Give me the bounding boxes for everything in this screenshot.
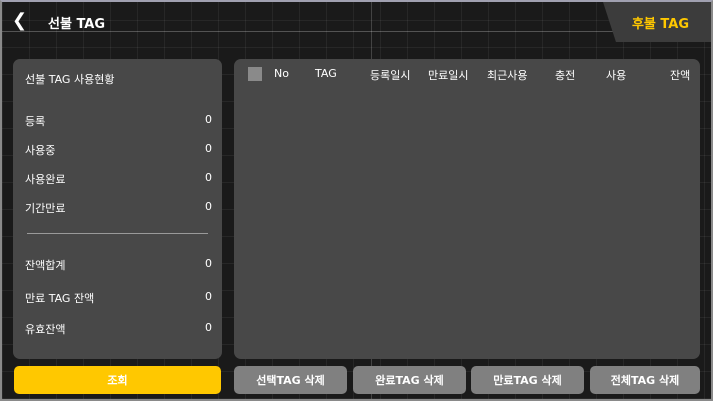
- summary-title: 선불 TAG 사용현황: [25, 73, 115, 86]
- column-header[interactable]: 만료일시: [428, 67, 468, 83]
- tag-table: No TAG 등록일시 만료일시 최근사용 충전 사용 잔액: [234, 59, 700, 359]
- summary-row-valid-balance: 유효잔액 0: [25, 321, 212, 337]
- query-button[interactable]: 조회: [14, 366, 221, 394]
- row-value: 0: [205, 113, 212, 126]
- row-label: 잔액합계: [25, 259, 66, 272]
- row-label: 기간만료: [25, 202, 66, 215]
- summary-row-in-use: 사용중 0: [25, 142, 212, 158]
- row-value: 0: [205, 321, 212, 334]
- row-label: 등록: [25, 115, 46, 128]
- divider: [27, 233, 208, 234]
- summary-row-expired-balance: 만료 TAG 잔액 0: [25, 290, 212, 306]
- delete-expired-button[interactable]: 만료TAG 삭제: [471, 366, 584, 394]
- page-title: 선불 TAG: [48, 17, 106, 32]
- row-label: 사용완료: [25, 173, 66, 186]
- summary-row-balance-total: 잔액합계 0: [25, 257, 212, 273]
- row-value: 0: [205, 257, 212, 270]
- summary-row-used: 사용완료 0: [25, 171, 212, 187]
- delete-selected-button[interactable]: 선택TAG 삭제: [234, 366, 347, 394]
- header-divider: [2, 31, 711, 32]
- summary-panel: 선불 TAG 사용현황 등록 0 사용중 0 사용완료 0 기간만료 0 잔액합계 0 만…: [13, 59, 222, 359]
- column-header[interactable]: 잔액: [670, 67, 690, 83]
- column-header[interactable]: No: [274, 67, 289, 80]
- summary-row-registered: 등록 0: [25, 113, 212, 129]
- back-chevron-icon[interactable]: ❮: [12, 12, 28, 30]
- column-header[interactable]: 최근사용: [487, 67, 527, 83]
- row-value: 0: [205, 171, 212, 184]
- summary-row-expired: 기간만료 0: [25, 200, 212, 216]
- row-value: 0: [205, 200, 212, 213]
- delete-all-button[interactable]: 전체TAG 삭제: [590, 366, 700, 394]
- row-label: 사용중: [25, 144, 56, 157]
- tab-postpaid-tag[interactable]: 후불 TAG: [603, 2, 711, 42]
- column-header[interactable]: 사용: [606, 67, 626, 83]
- row-label: 만료 TAG 잔액: [25, 292, 95, 305]
- column-header[interactable]: TAG: [315, 67, 337, 80]
- column-header[interactable]: 등록일시: [370, 67, 410, 83]
- row-label: 유효잔액: [25, 323, 66, 336]
- row-value: 0: [205, 290, 212, 303]
- row-value: 0: [205, 142, 212, 155]
- column-header[interactable]: 충전: [555, 67, 575, 83]
- table-header: No TAG 등록일시 만료일시 최근사용 충전 사용 잔액: [234, 67, 700, 83]
- delete-completed-button[interactable]: 완료TAG 삭제: [353, 366, 466, 394]
- tab-label: 후불 TAG: [631, 17, 689, 32]
